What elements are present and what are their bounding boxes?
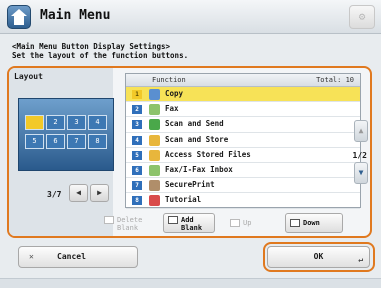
layout-label: Layout: [14, 72, 43, 81]
confirm-icon: ↵: [358, 255, 363, 264]
add-blank-icon: [168, 216, 178, 224]
tutorial-icon: [149, 195, 160, 207]
function-row-number: 2: [132, 105, 142, 115]
chevron-down-icon: ▼: [358, 168, 364, 177]
function-row-label: Scan and Store: [165, 134, 229, 144]
function-row-number: 8: [132, 196, 142, 206]
cancel-button[interactable]: ✕ Cancel: [18, 246, 138, 268]
home-icon: [7, 5, 31, 29]
function-list-header: Function Total: 10: [126, 74, 360, 87]
page-title: Main Menu: [40, 8, 111, 23]
function-row[interactable]: 7 SecurePrint: [126, 178, 360, 194]
layout-prev-button[interactable]: ◀: [69, 184, 88, 202]
function-row[interactable]: 5 Access Stored Files: [126, 148, 360, 163]
secure-print-icon: [149, 180, 160, 192]
column-header-function: Function: [152, 76, 186, 84]
delete-blank-label: Delete Blank: [117, 216, 143, 232]
function-row[interactable]: 8 Tutorial: [126, 193, 360, 209]
settings-panel: Layout 2345678 3/7 ◀ ▶ Function Total: 1…: [7, 66, 372, 238]
down-button[interactable]: Down: [285, 213, 343, 233]
function-row-label: Scan and Send: [165, 119, 224, 129]
copy-icon: [149, 89, 160, 100]
down-label: Down: [303, 219, 320, 227]
function-list: Function Total: 10 1 Copy 2 Fax 3 Scan and Se…: [125, 73, 361, 209]
delete-blank-icon: [104, 216, 114, 224]
instructions: <Main Menu Button Display Settings> Set …: [12, 42, 188, 60]
inbox-icon: [149, 164, 160, 176]
layout-next-button[interactable]: ▶: [90, 184, 109, 202]
layout-page-counter: 3/7: [47, 190, 62, 199]
function-row-label: Copy: [165, 89, 184, 98]
title-bar: Main Menu ⚙: [0, 0, 381, 34]
scan-store-icon: [149, 134, 160, 146]
function-row-label: SecurePrint: [165, 180, 215, 190]
function-row-number: 3: [132, 120, 142, 130]
scan-send-icon: [149, 119, 160, 131]
function-row-label: Fax: [165, 104, 179, 114]
function-row[interactable]: 6 Fax/I-Fax Inbox: [126, 163, 360, 179]
function-row-number: 6: [132, 165, 142, 175]
scroll-down-button[interactable]: ▼: [354, 162, 368, 184]
settings-button[interactable]: ⚙: [349, 5, 375, 29]
close-icon: ✕: [29, 252, 34, 261]
up-button[interactable]: Up: [225, 213, 275, 233]
layout-preview: 234 5678: [18, 98, 114, 171]
total-count: Total: 10: [316, 76, 354, 84]
chevron-right-icon: ▶: [97, 188, 102, 197]
stored-files-icon: [149, 149, 160, 161]
layout-preview-cell: 4: [88, 115, 107, 130]
down-arrow-icon: [290, 219, 300, 227]
up-arrow-icon: [230, 219, 240, 227]
ok-label: OK: [313, 252, 324, 261]
layout-preview-cell: 6: [46, 134, 65, 149]
ok-button[interactable]: OK ↵: [267, 246, 370, 268]
status-bar: [0, 278, 381, 288]
settings-icon: ⚙: [358, 10, 366, 23]
layout-preview-cell: 2: [46, 115, 65, 130]
function-row-number: 1: [132, 90, 142, 99]
function-row[interactable]: 4 Scan and Store: [126, 133, 360, 148]
function-row[interactable]: 3 Scan and Send: [126, 117, 360, 133]
instructions-heading: <Main Menu Button Display Settings>: [12, 42, 171, 51]
function-rows: 1 Copy 2 Fax 3 Scan and Send 4 Scan and Store 5 A…: [126, 87, 360, 209]
function-row-label: Fax/I-Fax Inbox: [165, 164, 233, 174]
layout-preview-cell: 7: [67, 134, 86, 149]
instructions-text: Set the layout of the function buttons.: [12, 51, 189, 60]
fax-icon: [149, 104, 160, 116]
delete-blank-button[interactable]: Delete Blank: [99, 213, 149, 233]
function-row-label: Tutorial: [165, 195, 202, 205]
function-row[interactable]: 1 Copy: [126, 87, 360, 103]
function-row-number: 5: [132, 150, 142, 160]
add-blank-button[interactable]: Add Blank: [163, 213, 215, 233]
cancel-label: Cancel: [57, 252, 86, 261]
layout-preview-cell: 5: [25, 134, 44, 149]
function-row-label: Access Stored Files: [165, 149, 251, 159]
function-row[interactable]: 2 Fax: [126, 102, 360, 118]
chevron-up-icon: ▲: [358, 126, 364, 135]
function-row-number: 4: [132, 135, 142, 145]
up-label: Up: [243, 219, 252, 227]
layout-preview-cell: [25, 115, 44, 130]
scroll-page-indicator: 1/2: [352, 151, 367, 160]
chevron-left-icon: ◀: [76, 188, 81, 197]
function-row-number: 7: [132, 181, 142, 191]
layout-preview-cell: 3: [67, 115, 86, 130]
layout-preview-cell: 8: [88, 134, 107, 149]
add-blank-label: Add Blank: [181, 216, 203, 232]
scroll-up-button[interactable]: ▲: [354, 120, 368, 142]
